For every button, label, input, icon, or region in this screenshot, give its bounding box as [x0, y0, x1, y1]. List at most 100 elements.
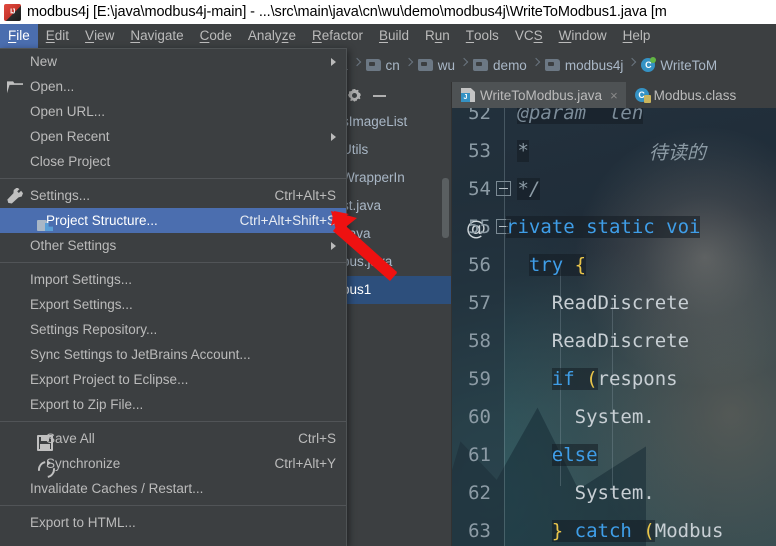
menu-item-label: Export to HTML...: [30, 515, 136, 530]
menu-item-settings-repository[interactable]: Settings Repository...: [0, 317, 346, 342]
code-line: 60 System.: [452, 398, 776, 436]
menu-item-export-settings[interactable]: Export Settings...: [0, 292, 346, 317]
submenu-arrow-icon: [331, 57, 336, 66]
menubar-item-vcs[interactable]: VC S: [507, 24, 551, 48]
breadcrumb-separator: [460, 48, 469, 82]
breadcrumb-item-writetom[interactable]: WriteToM: [637, 48, 722, 82]
menu-item-label: Open URL...: [30, 104, 106, 119]
code-text: System.: [496, 482, 655, 504]
submenu-arrow-icon: [331, 132, 336, 141]
close-icon[interactable]: ×: [610, 88, 618, 103]
menubar-item-refactor[interactable]: Refactor: [304, 24, 371, 48]
menubar-item-tools[interactable]: Tools: [458, 24, 507, 48]
code-text: } catch (Modbus: [496, 520, 723, 542]
folder-icon: [544, 59, 560, 71]
breadcrumb-separator: [628, 48, 637, 82]
menubar-item-navigate[interactable]: Navigate: [122, 24, 191, 48]
menu-item-label: Synchronize: [46, 456, 121, 471]
menu-item-import-settings[interactable]: Import Settings...: [0, 267, 346, 292]
menu-item-label: Invalidate Caches / Restart...: [30, 481, 204, 496]
menubar-item-edit[interactable]: Edit: [38, 24, 77, 48]
menu-item-export-to-html[interactable]: Export to HTML...: [0, 510, 346, 535]
menu-item-project-structure[interactable]: Project Structure... Ctrl+Alt+Shift+S: [0, 208, 346, 233]
menu-item-label: Settings...: [30, 188, 91, 203]
menu-item-open-url[interactable]: Open URL...: [0, 99, 346, 124]
tree-row[interactable]: st.java: [336, 192, 451, 220]
menu-item-open[interactable]: Open...: [0, 74, 346, 99]
menu-item-invalidate-caches-restart[interactable]: Invalidate Caches / Restart...: [0, 476, 346, 501]
menu-item-settings[interactable]: Settings... Ctrl+Alt+S: [0, 183, 346, 208]
line-number: 61: [468, 444, 491, 466]
menu-item-label: Export to Zip File...: [30, 397, 144, 412]
breadcrumb-item-cn[interactable]: cn: [362, 48, 405, 82]
code-editor[interactable]: 52 @param len 53 * 待读的 54 */@55 rivate stati…: [452, 108, 776, 546]
menubar-item-view[interactable]: View: [77, 24, 122, 48]
editor-tab-modbus-class[interactable]: Modbus.class: [626, 82, 745, 108]
menu-item-save-all[interactable]: Save All Ctrl+S: [0, 426, 346, 451]
line-number: 59: [468, 368, 491, 390]
menubar-item-run[interactable]: Run: [417, 24, 458, 48]
line-number: 62: [468, 482, 491, 504]
menu-item-other-settings[interactable]: Other Settings: [0, 233, 346, 258]
line-number: 53: [468, 140, 491, 162]
code-comment-cjk: 待读的: [648, 141, 706, 164]
code-text: System.: [496, 406, 655, 428]
menu-item-new[interactable]: New: [0, 49, 346, 74]
breadcrumb-item-modbus4j[interactable]: modbus4j: [541, 48, 629, 82]
menu-item-close-project[interactable]: Close Project: [0, 149, 346, 174]
line-number: 55: [468, 216, 491, 238]
breadcrumb-label: modbus4j: [564, 57, 624, 73]
menu-item-sync-settings-to-jetbrains-account[interactable]: Sync Settings to JetBrains Account...: [0, 342, 346, 367]
gear-icon[interactable]: [348, 89, 361, 102]
menu-item-synchronize[interactable]: Synchronize Ctrl+Alt+Y: [0, 451, 346, 476]
minus-icon[interactable]: [373, 89, 386, 102]
code-token: @param len: [517, 108, 644, 124]
code-line: 61 else: [452, 436, 776, 474]
menu-item-export-to-zip-file[interactable]: Export to Zip File...: [0, 392, 346, 417]
code-line: 57 ReadDiscrete: [452, 284, 776, 322]
tree-row[interactable]: WrapperIn: [336, 164, 451, 192]
menu-item-open-recent[interactable]: Open Recent: [0, 124, 346, 149]
menubar-item-file[interactable]: File: [0, 24, 38, 48]
intellij-idea-icon: [4, 3, 21, 21]
code-line: 54 */: [452, 170, 776, 208]
code-line: 53 * 待读的: [452, 132, 776, 170]
code-text: try {: [496, 254, 587, 276]
folder-icon: [365, 59, 381, 71]
menubar-item-window[interactable]: Window: [551, 24, 615, 48]
line-number: 60: [468, 406, 491, 428]
menubar-item-code[interactable]: Code: [192, 24, 240, 48]
line-number: 57: [468, 292, 491, 314]
tree-row[interactable]: bus.java: [336, 248, 451, 276]
save-icon: [37, 435, 53, 451]
tree-row[interactable]: bus1: [336, 276, 451, 304]
code-line: 62 System.: [452, 474, 776, 512]
tree-row[interactable]: .java: [336, 220, 451, 248]
code-line: 59 if (respons: [452, 360, 776, 398]
menubar-item-help[interactable]: Help: [615, 24, 659, 48]
code-text: ReadDiscrete: [496, 292, 689, 314]
menubar-item-build[interactable]: Build: [371, 24, 417, 48]
tree-row[interactable]: sImageList: [336, 108, 451, 136]
project-tree-scrollbar[interactable]: [442, 178, 449, 238]
code-text: ReadDiscrete: [496, 330, 689, 352]
tree-row[interactable]: Utils: [336, 136, 451, 164]
menu-separator: [0, 421, 346, 422]
code-token: ReadDiscrete: [551, 292, 690, 314]
menu-item-label: Import Settings...: [30, 272, 133, 287]
menu-item-shortcut: Ctrl+Alt+Shift+S: [239, 213, 336, 228]
breadcrumb-item-demo[interactable]: demo: [469, 48, 532, 82]
menu-item-label: Open...: [30, 79, 75, 94]
menu-separator: [0, 505, 346, 506]
editor-tab-writetomodbus-java[interactable]: WriteToModbus.java ×: [452, 82, 626, 108]
breadcrumb: acnwudemomodbus4jWriteToM: [336, 48, 722, 82]
code-token: (: [643, 520, 655, 542]
class-icon: [641, 57, 657, 72]
menubar-item-analyze[interactable]: Analy z e: [240, 24, 304, 48]
project-toolwindow-header: [336, 82, 452, 108]
code-line: 56 try {: [452, 246, 776, 284]
menu-item-export-project-to-eclipse[interactable]: Export Project to Eclipse...: [0, 367, 346, 392]
breadcrumb-item-wu[interactable]: wu: [414, 48, 460, 82]
code-token: System.: [574, 406, 655, 428]
code-text: else: [496, 444, 598, 466]
